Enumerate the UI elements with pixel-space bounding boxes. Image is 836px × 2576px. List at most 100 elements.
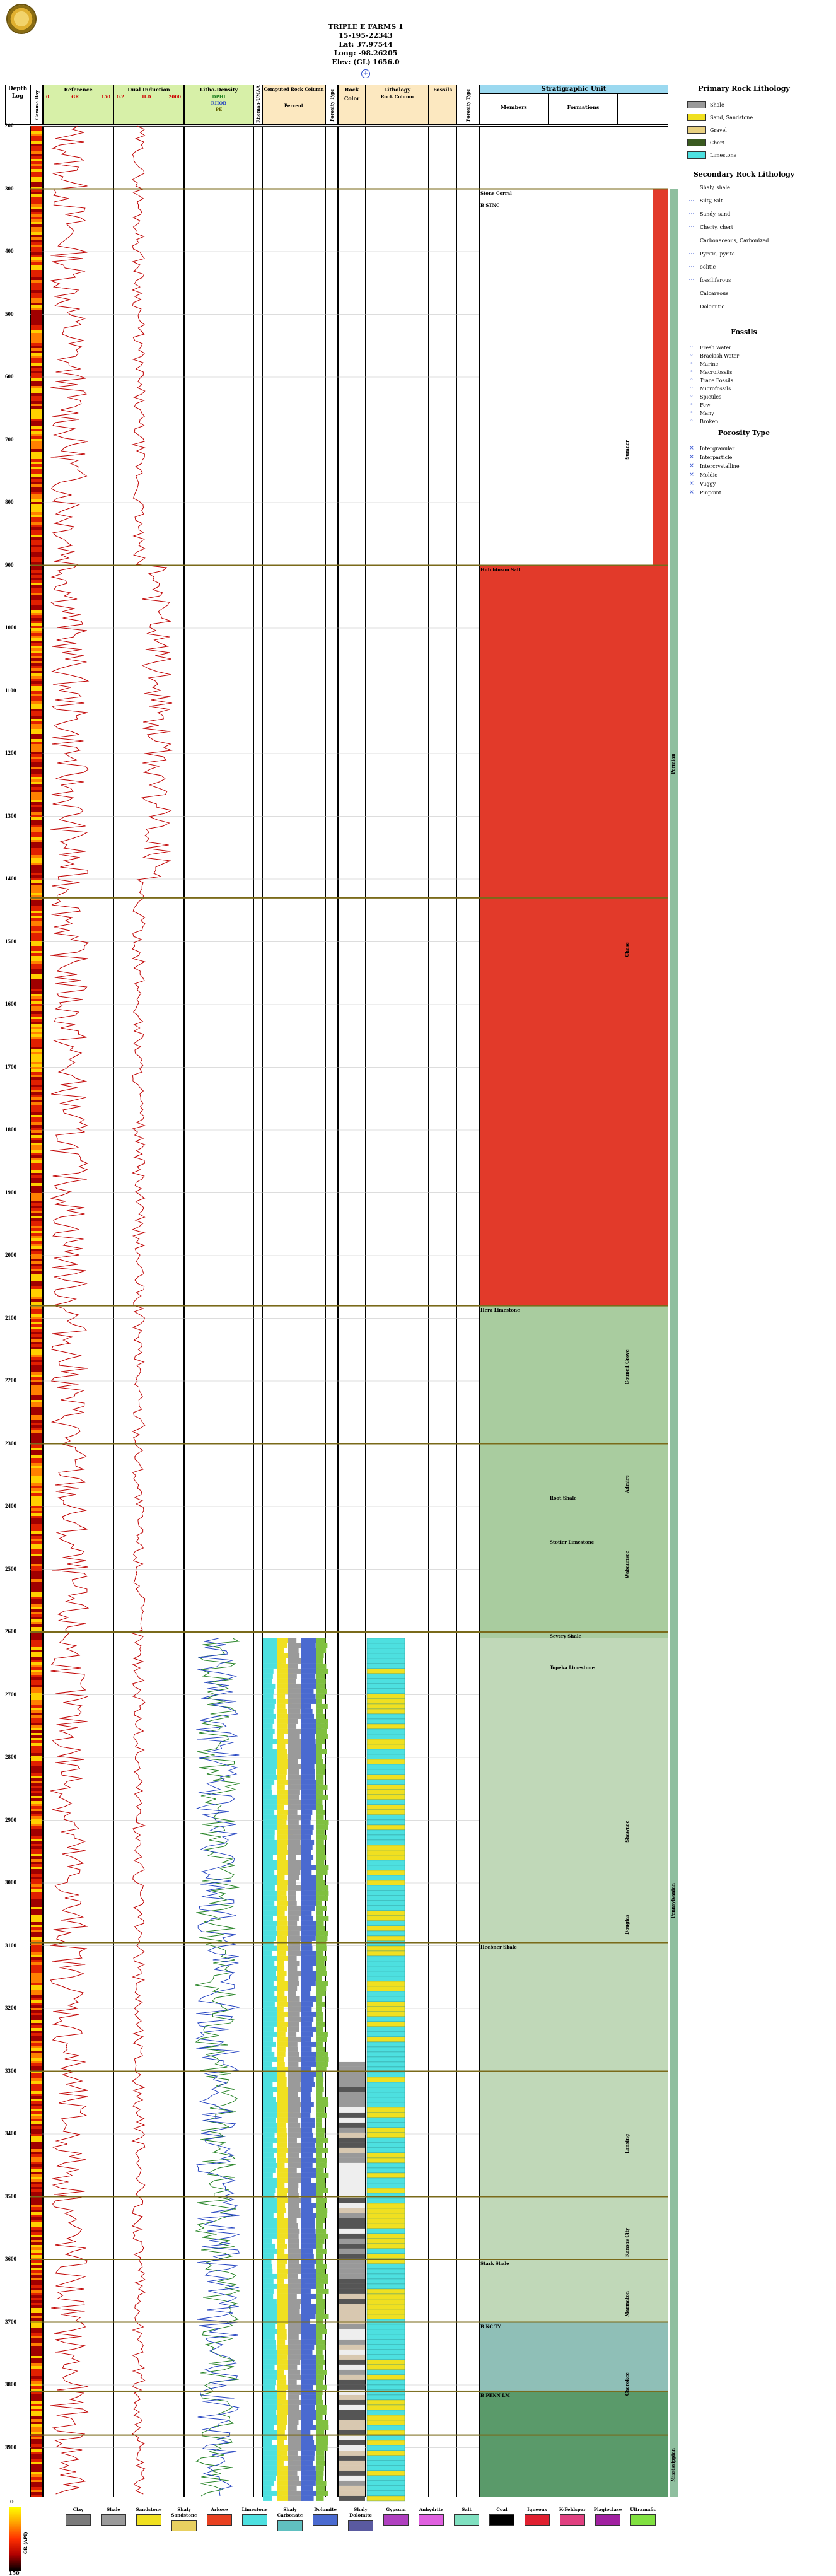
legend-label: Marine — [700, 361, 719, 367]
gamma-color-band — [31, 1435, 42, 1438]
gamma-color-band — [31, 1730, 42, 1733]
lithology-band — [366, 2208, 405, 2214]
legend-label: Intercrystalline — [700, 463, 740, 469]
computed-lith-band — [288, 1920, 298, 1926]
lithology-band — [366, 1698, 405, 1705]
legend-symbol-icon: ◦ — [690, 361, 694, 367]
computed-lith-band — [316, 1663, 327, 1669]
computed-lith-band — [263, 2470, 277, 2476]
formation-label: Topeka Limestone — [550, 1664, 595, 1670]
gamma-color-band — [31, 2000, 42, 2003]
primary-legend-row: Sand, Sandstone — [687, 114, 753, 121]
gamma-color-band — [31, 434, 42, 436]
computed-lith-band — [263, 1723, 273, 1729]
gamma-color-band — [31, 628, 42, 631]
computed-lith-band — [316, 2329, 327, 2334]
gamma-color-band — [31, 2298, 42, 2300]
gamma-color-band — [31, 537, 42, 540]
gamma-color-band — [31, 1266, 42, 1269]
gamma-color-band — [31, 1140, 42, 1143]
computed-lith-band — [263, 2324, 276, 2329]
gamma-color-band — [31, 1284, 42, 1286]
gamma-color-band — [31, 1718, 42, 1720]
rock-color-band — [339, 2132, 365, 2138]
gamma-color-band — [31, 159, 42, 161]
gamma-color-band — [31, 1039, 42, 1042]
computed-lith-band — [301, 2364, 318, 2370]
computed-lith-band — [277, 2435, 287, 2440]
computed-lith-band — [288, 1991, 296, 1996]
porosity-legend-row: × Vuggy — [687, 481, 716, 487]
gamma-color-band — [31, 964, 42, 966]
computed-lith-band — [263, 2339, 276, 2345]
gamma-color-band — [31, 694, 42, 696]
computed-lith-band — [263, 1971, 276, 1976]
formation-top-line — [30, 1942, 668, 1944]
gamma-color-band — [31, 1930, 42, 1932]
rock-color-band — [339, 2309, 365, 2314]
computed-lith-band — [277, 1850, 289, 1855]
gamma-color-band — [31, 1738, 42, 1740]
gamma-color-band — [31, 646, 42, 648]
computed-lith-band — [288, 1905, 303, 1911]
gamma-color-band — [31, 1970, 42, 1973]
gamma-color-band — [31, 303, 42, 305]
legend-label: Limestone — [710, 152, 737, 158]
gamma-color-band — [31, 275, 42, 277]
gamma-color-band — [31, 1448, 42, 1450]
gamma-color-band — [31, 774, 42, 777]
computed-lith-band — [301, 2167, 319, 2173]
gamma-color-band — [31, 2192, 42, 2194]
computed-lith-band — [263, 2112, 278, 2118]
computed-lith-band — [316, 2324, 326, 2329]
gamma-color-band — [31, 452, 42, 454]
legend-label: Dolomitic — [700, 303, 725, 310]
rock-color-band — [339, 2404, 365, 2410]
computed-lith-band — [288, 1860, 302, 1865]
secondary-legend-title: Secondary Rock Lithology — [693, 170, 795, 178]
computed-lith-band — [288, 2349, 301, 2355]
legend-label: Pyritic, pyrite — [700, 250, 735, 257]
lithology-band — [366, 1754, 405, 1760]
lithology-band — [366, 2475, 405, 2481]
gamma-color-band — [31, 1652, 42, 1655]
gamma-color-band — [31, 421, 42, 424]
gamma-color-band — [31, 928, 42, 931]
lithology-band — [366, 1991, 405, 1997]
gamma-color-band — [31, 2480, 42, 2482]
computed-lith-band — [277, 2445, 290, 2451]
gamma-color-band — [31, 2089, 42, 2091]
computed-lith-band — [301, 1900, 318, 1906]
gamma-color-band — [31, 285, 42, 288]
gamma-color-band — [31, 764, 42, 767]
gamma-color-band — [31, 2250, 42, 2253]
computed-lith-band — [316, 1739, 325, 1744]
gamma-color-band — [31, 288, 42, 290]
fossils-legend-row: ◦ Microfossils — [687, 385, 731, 392]
computed-lith-band — [277, 2339, 286, 2345]
computed-lith-band — [288, 2450, 298, 2456]
computed-lith-band — [301, 2233, 317, 2239]
gamma-color-band — [31, 2094, 42, 2096]
gamma-color-band — [31, 1698, 42, 1700]
gamma-color-band — [31, 1531, 42, 1534]
gamma-color-band — [31, 1438, 42, 1440]
gamma-color-band — [31, 1791, 42, 1793]
computed-lith-band — [316, 2228, 327, 2234]
computed-lith-band — [288, 2283, 302, 2289]
computed-lith-band — [316, 2102, 329, 2107]
gamma-color-band — [31, 1786, 42, 1788]
computed-lith-band — [277, 1971, 287, 1976]
computed-lith-band — [316, 1673, 325, 1679]
computed-lith-band — [301, 2132, 313, 2138]
gamma-color-band — [31, 1226, 42, 1228]
computed-lith-band — [263, 1981, 274, 1986]
gamma-color-band — [31, 335, 42, 338]
depth-label: 3600 — [5, 2256, 16, 2262]
lithology-band — [366, 1885, 405, 1891]
secondary-legend-row: ⋯ Silty, Silt — [687, 197, 723, 204]
computed-lith-band — [263, 1809, 275, 1815]
gamma-color-band — [31, 449, 42, 452]
computed-lith-band — [277, 1834, 288, 1840]
lithology-band — [366, 1804, 405, 1810]
